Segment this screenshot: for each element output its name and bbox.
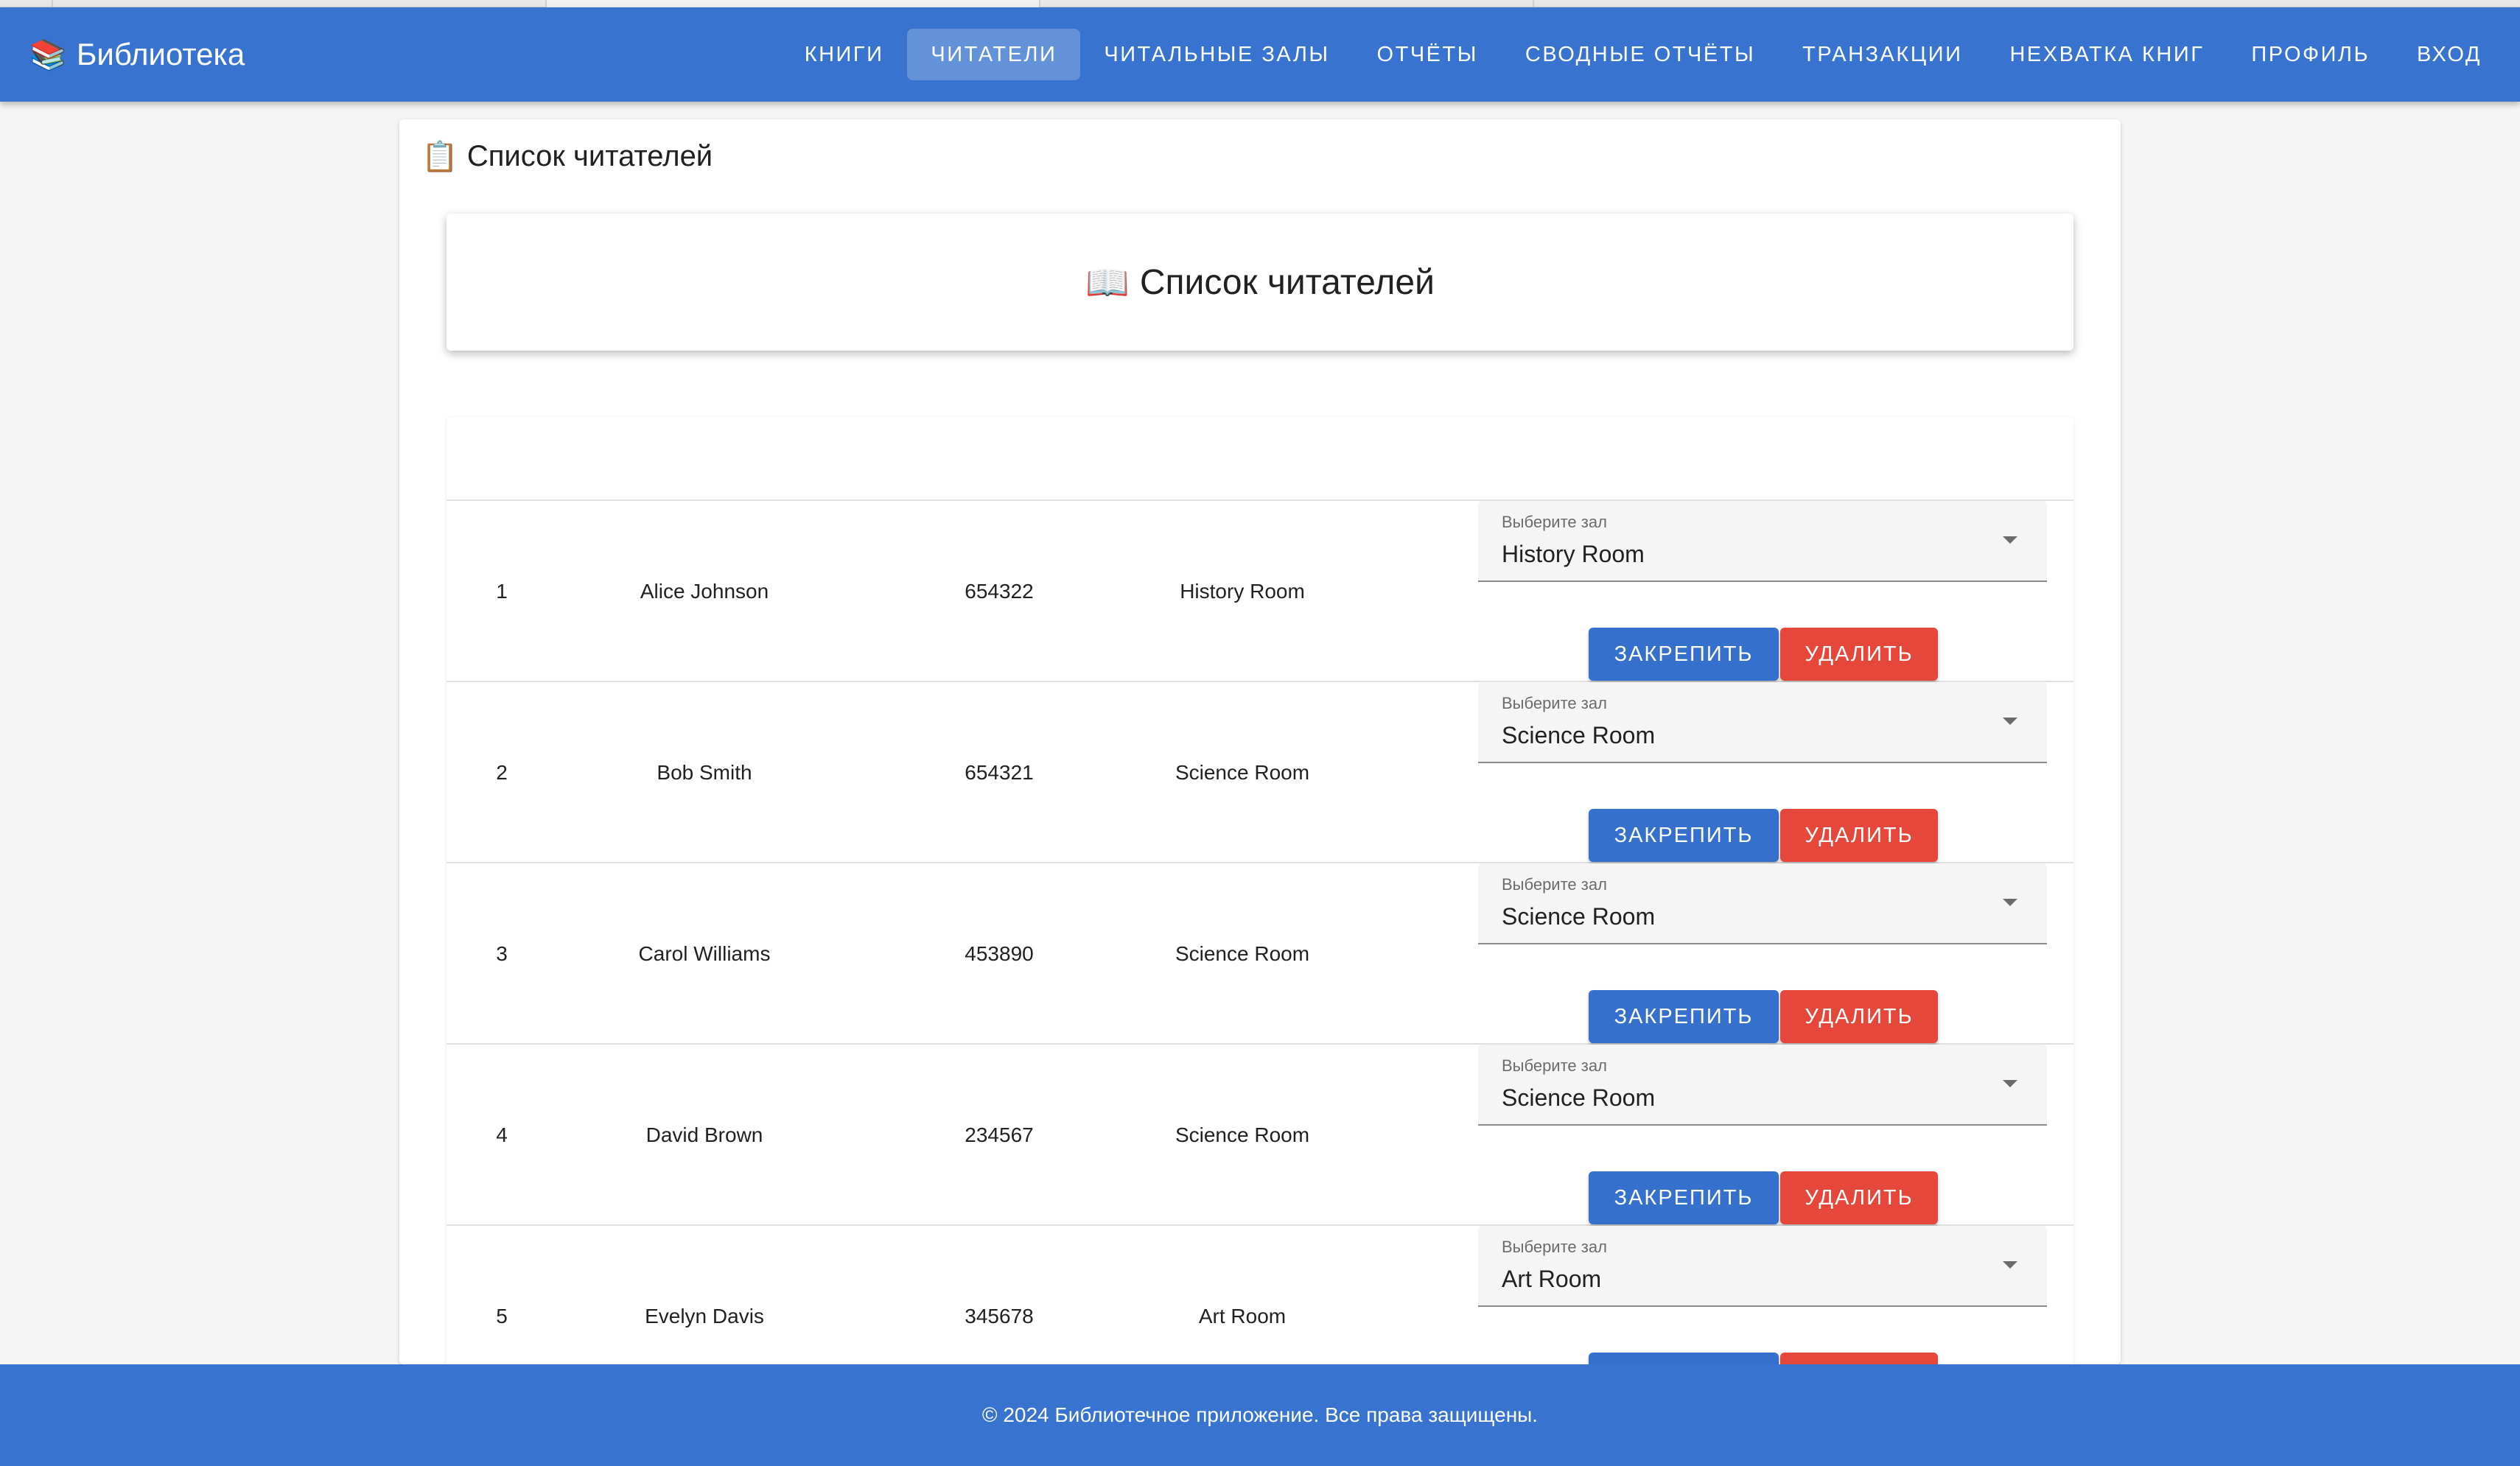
dropdown-arrow-icon <box>2003 1261 2017 1269</box>
dropdown-arrow-icon <box>2003 1080 2017 1087</box>
dropdown-arrow-icon <box>2003 536 2017 544</box>
reader-number: 5 <box>496 1305 508 1328</box>
nav-profile[interactable]: Профиль <box>2227 29 2393 80</box>
room-select[interactable]: Выберите зал Science Room <box>1478 1045 2047 1126</box>
reader-name: Evelyn Davis <box>645 1305 764 1328</box>
room-select-label: Выберите зал <box>1502 1238 1607 1256</box>
room-select[interactable]: Выберите зал Art Room <box>1478 1226 2047 1307</box>
main-content: 📋 Список читателей 📖 Список читателей 1 … <box>399 119 2121 1375</box>
pin-button[interactable]: Закрепить <box>1589 1171 1779 1224</box>
reader-name: Bob Smith <box>657 761 752 784</box>
room-select-value: Science Room <box>1502 903 1656 930</box>
nav-readers[interactable]: Читатели <box>907 29 1081 80</box>
table-header <box>447 417 2073 501</box>
reader-number: 3 <box>496 942 508 965</box>
reader-card-number: 654322 <box>965 580 1034 603</box>
reader-card-number: 234567 <box>965 1123 1034 1146</box>
browser-tab-strip <box>0 0 2520 7</box>
pin-button[interactable]: Закрепить <box>1589 990 1779 1043</box>
pin-button[interactable]: Закрепить <box>1589 809 1779 862</box>
reader-card-number: 654321 <box>965 761 1034 784</box>
reader-number: 2 <box>496 761 508 784</box>
table-row: 1 Alice Johnson 654322 History Room Выбе… <box>447 501 2073 682</box>
room-select-value: Science Room <box>1502 722 1656 748</box>
nav-book-shortage[interactable]: Нехватка книг <box>1986 29 2227 80</box>
room-select-value: Art Room <box>1502 1266 1602 1292</box>
browser-tab[interactable] <box>1040 0 1534 7</box>
brand-title: Библиотека <box>76 37 245 71</box>
reader-number: 4 <box>496 1123 508 1146</box>
clipboard-icon: 📋 <box>421 140 458 173</box>
room-select[interactable]: Выберите зал Science Room <box>1478 682 2047 763</box>
browser-tab[interactable] <box>0 0 53 7</box>
room-select-value: Science Room <box>1502 1084 1656 1111</box>
readers-table: 1 Alice Johnson 654322 History Room Выбе… <box>447 417 2073 1375</box>
nav-summary-reports[interactable]: Сводные отчёты <box>1502 29 1779 80</box>
dropdown-arrow-icon <box>2003 718 2017 725</box>
room-select-label: Выберите зал <box>1502 513 1607 531</box>
reader-name: Alice Johnson <box>640 580 769 603</box>
room-select-value: History Room <box>1502 541 1645 567</box>
books-icon: 📚 <box>29 38 66 71</box>
table-row: 5 Evelyn Davis 345678 Art Room Выберите … <box>447 1226 2073 1375</box>
reader-number: 1 <box>496 580 508 603</box>
nav-reading-rooms[interactable]: Читальные залы <box>1080 29 1353 80</box>
room-select[interactable]: Выберите зал Science Room <box>1478 863 2047 944</box>
delete-button[interactable]: Удалить <box>1780 628 1938 681</box>
reader-room: History Room <box>1180 580 1305 603</box>
room-select-label: Выберите зал <box>1502 694 1607 712</box>
table-row: 2 Bob Smith 654321 Science Room Выберите… <box>447 682 2073 863</box>
delete-button[interactable]: Удалить <box>1780 990 1938 1043</box>
nav-login[interactable]: Вход <box>2393 29 2505 80</box>
reader-name: David Brown <box>645 1123 763 1146</box>
room-select-label: Выберите зал <box>1502 875 1607 894</box>
reader-card-number: 345678 <box>965 1305 1034 1328</box>
reader-room: Art Room <box>1198 1305 1287 1328</box>
page-title: 📋 Список читателей <box>421 134 713 178</box>
dropdown-arrow-icon <box>2003 899 2017 906</box>
delete-button[interactable]: Удалить <box>1780 809 1938 862</box>
header-card-title: Список читателей <box>1139 262 1435 302</box>
open-book-icon: 📖 <box>1085 263 1130 303</box>
table-row: 3 Carol Williams 453890 Science Room Выб… <box>447 863 2073 1045</box>
reader-room: Science Room <box>1175 942 1310 965</box>
nav-reports[interactable]: Отчёты <box>1354 29 1502 80</box>
footer-text: © 2024 Библиотечное приложение. Все прав… <box>981 1403 1539 1426</box>
delete-button[interactable]: Удалить <box>1780 1171 1938 1224</box>
reader-card-number: 453890 <box>965 942 1034 965</box>
main-nav: Книги Читатели Читальные залы Отчёты Сво… <box>781 7 2505 102</box>
table-row: 4 David Brown 234567 Science Room Выбери… <box>447 1045 2073 1226</box>
browser-tab[interactable] <box>53 0 547 7</box>
reader-room: Science Room <box>1175 1123 1310 1146</box>
page-title-text: Список читателей <box>466 139 713 172</box>
footer: © 2024 Библиотечное приложение. Все прав… <box>0 1364 2520 1466</box>
app-bar: 📚 Библиотека Книги Читатели Читальные за… <box>0 7 2520 102</box>
pin-button[interactable]: Закрепить <box>1589 628 1779 681</box>
room-select[interactable]: Выберите зал History Room <box>1478 501 2047 582</box>
reader-room: Science Room <box>1175 761 1310 784</box>
room-select-label: Выберите зал <box>1502 1056 1607 1075</box>
browser-tab[interactable] <box>547 0 1040 7</box>
nav-transactions[interactable]: Транзакции <box>1779 29 1986 80</box>
nav-books[interactable]: Книги <box>781 29 908 80</box>
brand[interactable]: 📚 Библиотека <box>29 7 245 102</box>
readers-header-card: 📖 Список читателей <box>447 214 2073 351</box>
reader-name: Carol Williams <box>638 942 771 965</box>
